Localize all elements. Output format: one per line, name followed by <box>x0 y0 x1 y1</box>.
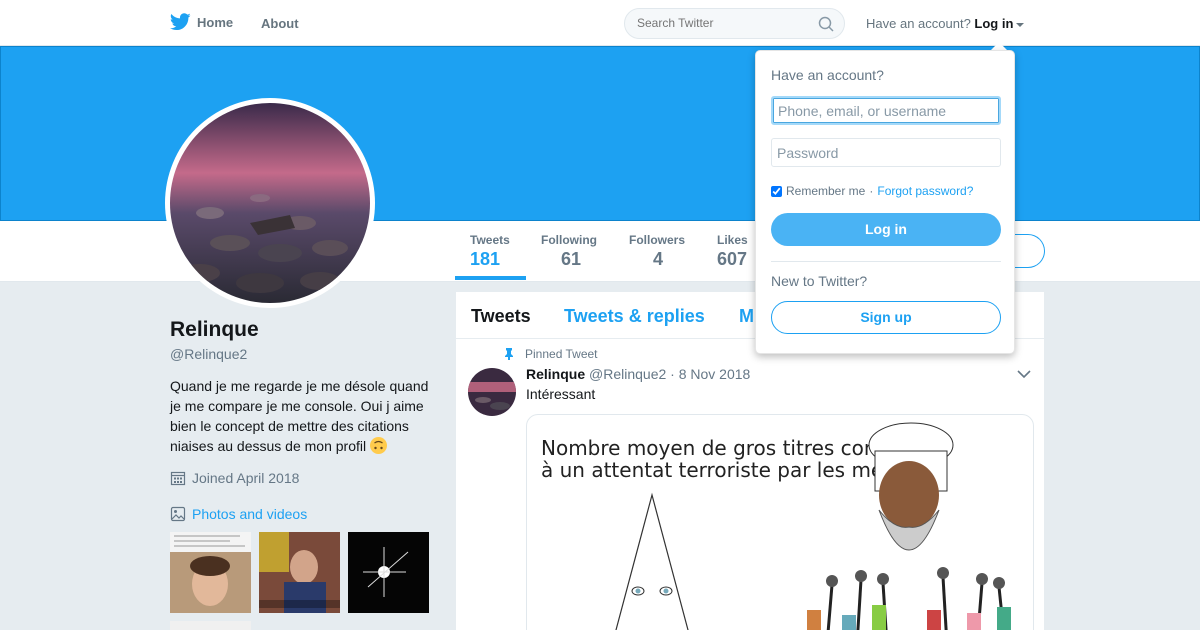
stat-followers-value: 4 <box>653 249 664 269</box>
nav-about[interactable]: About <box>261 16 299 31</box>
separator-dot: · <box>869 184 874 198</box>
profile-handle[interactable]: @Relinque2 <box>170 346 247 362</box>
joined-text: Joined April 2018 <box>192 470 300 486</box>
signup-button[interactable]: Sign up <box>771 301 1001 334</box>
tab-tweets-replies[interactable]: Tweets & replies <box>564 306 705 327</box>
avatar-image <box>170 103 370 303</box>
twitter-bird-icon <box>170 13 191 31</box>
password-field[interactable] <box>771 138 1001 167</box>
nav-home-label: Home <box>197 14 234 30</box>
tweet-author-name[interactable]: Relinque <box>526 366 585 382</box>
media-thumbnail[interactable] <box>259 532 340 613</box>
stat-following[interactable]: Following 61 <box>541 233 597 270</box>
forgot-password-link[interactable]: Forgot password? <box>877 184 973 198</box>
profile-avatar[interactable] <box>165 98 375 308</box>
media-thumbnail[interactable] <box>170 532 251 613</box>
photos-videos-label: Photos and videos <box>192 506 308 522</box>
caret-down-icon <box>1016 22 1025 27</box>
pinned-label: Pinned Tweet <box>525 347 598 361</box>
stat-followers[interactable]: Followers 4 <box>629 233 685 270</box>
login-button[interactable]: Log in <box>771 213 1001 246</box>
tweet-text: Intéressant <box>526 386 596 402</box>
profile-name[interactable]: Relinque <box>170 318 259 342</box>
search-box[interactable] <box>624 8 845 39</box>
remember-me-label[interactable]: Remember me <box>786 184 865 198</box>
search-icon[interactable] <box>818 16 834 32</box>
stat-following-label: Following <box>541 233 597 247</box>
tab-media[interactable]: M <box>739 306 754 327</box>
tweet-author-handle[interactable]: @Relinque2 <box>589 366 666 382</box>
image-icon <box>170 506 186 522</box>
tab-tweets[interactable]: Tweets <box>471 306 531 327</box>
remember-me-checkbox[interactable] <box>771 185 782 197</box>
username-field[interactable] <box>771 96 1001 125</box>
tweet-header: Relinque @Relinque2 · 8 Nov 2018 <box>526 366 750 382</box>
media-thumbnail[interactable] <box>348 532 429 613</box>
profile-bio-text: Quand je me regarde je me désole quand j… <box>170 378 429 454</box>
stat-following-value: 61 <box>561 249 582 269</box>
new-to-twitter-text: New to Twitter? <box>771 273 868 289</box>
stat-followers-label: Followers <box>629 233 686 247</box>
pin-icon <box>505 348 513 360</box>
upside-down-face-emoji-icon <box>370 437 387 454</box>
stat-tweets-label: Tweets <box>470 233 510 247</box>
profile-bio: Quand je me regarde je me désole quand j… <box>170 376 435 456</box>
chevron-down-icon[interactable] <box>1017 369 1031 379</box>
calendar-icon <box>170 471 186 486</box>
nav-home[interactable]: Home <box>170 13 233 31</box>
stat-tweets[interactable]: Tweets 181 <box>470 233 510 270</box>
media-thumbnail[interactable] <box>170 621 251 630</box>
tweet-avatar[interactable] <box>468 368 516 416</box>
media-caption-line2: à un attentat terroriste par les médias <box>541 458 924 482</box>
login-menu-toggle[interactable]: Have an account? Log in <box>866 16 1025 31</box>
search-input[interactable] <box>637 16 807 30</box>
stat-likes[interactable]: Likes 607 <box>717 233 748 270</box>
dropdown-divider <box>771 261 1001 262</box>
active-stat-indicator <box>455 276 526 280</box>
stat-likes-value: 607 <box>717 249 748 269</box>
tweet-date[interactable]: · 8 Nov 2018 <box>670 366 750 382</box>
top-nav: Home About Have an account? Log in <box>0 0 1200 46</box>
stat-likes-label: Likes <box>717 233 748 247</box>
photos-videos-link[interactable]: Photos and videos <box>170 506 307 522</box>
remember-me: Remember me · Forgot password? <box>771 184 973 198</box>
login-link[interactable]: Log in <box>974 16 1013 31</box>
stat-tweets-value: 181 <box>470 249 501 269</box>
tweet-media-image[interactable]: Nombre moyen de gros titres consacrés à … <box>526 414 1034 630</box>
have-account-text: Have an account? <box>866 16 971 31</box>
login-dropdown: Have an account? Remember me · Forgot pa… <box>755 50 1015 354</box>
joined-date: Joined April 2018 <box>170 470 299 486</box>
login-dropdown-title: Have an account? <box>771 67 884 83</box>
